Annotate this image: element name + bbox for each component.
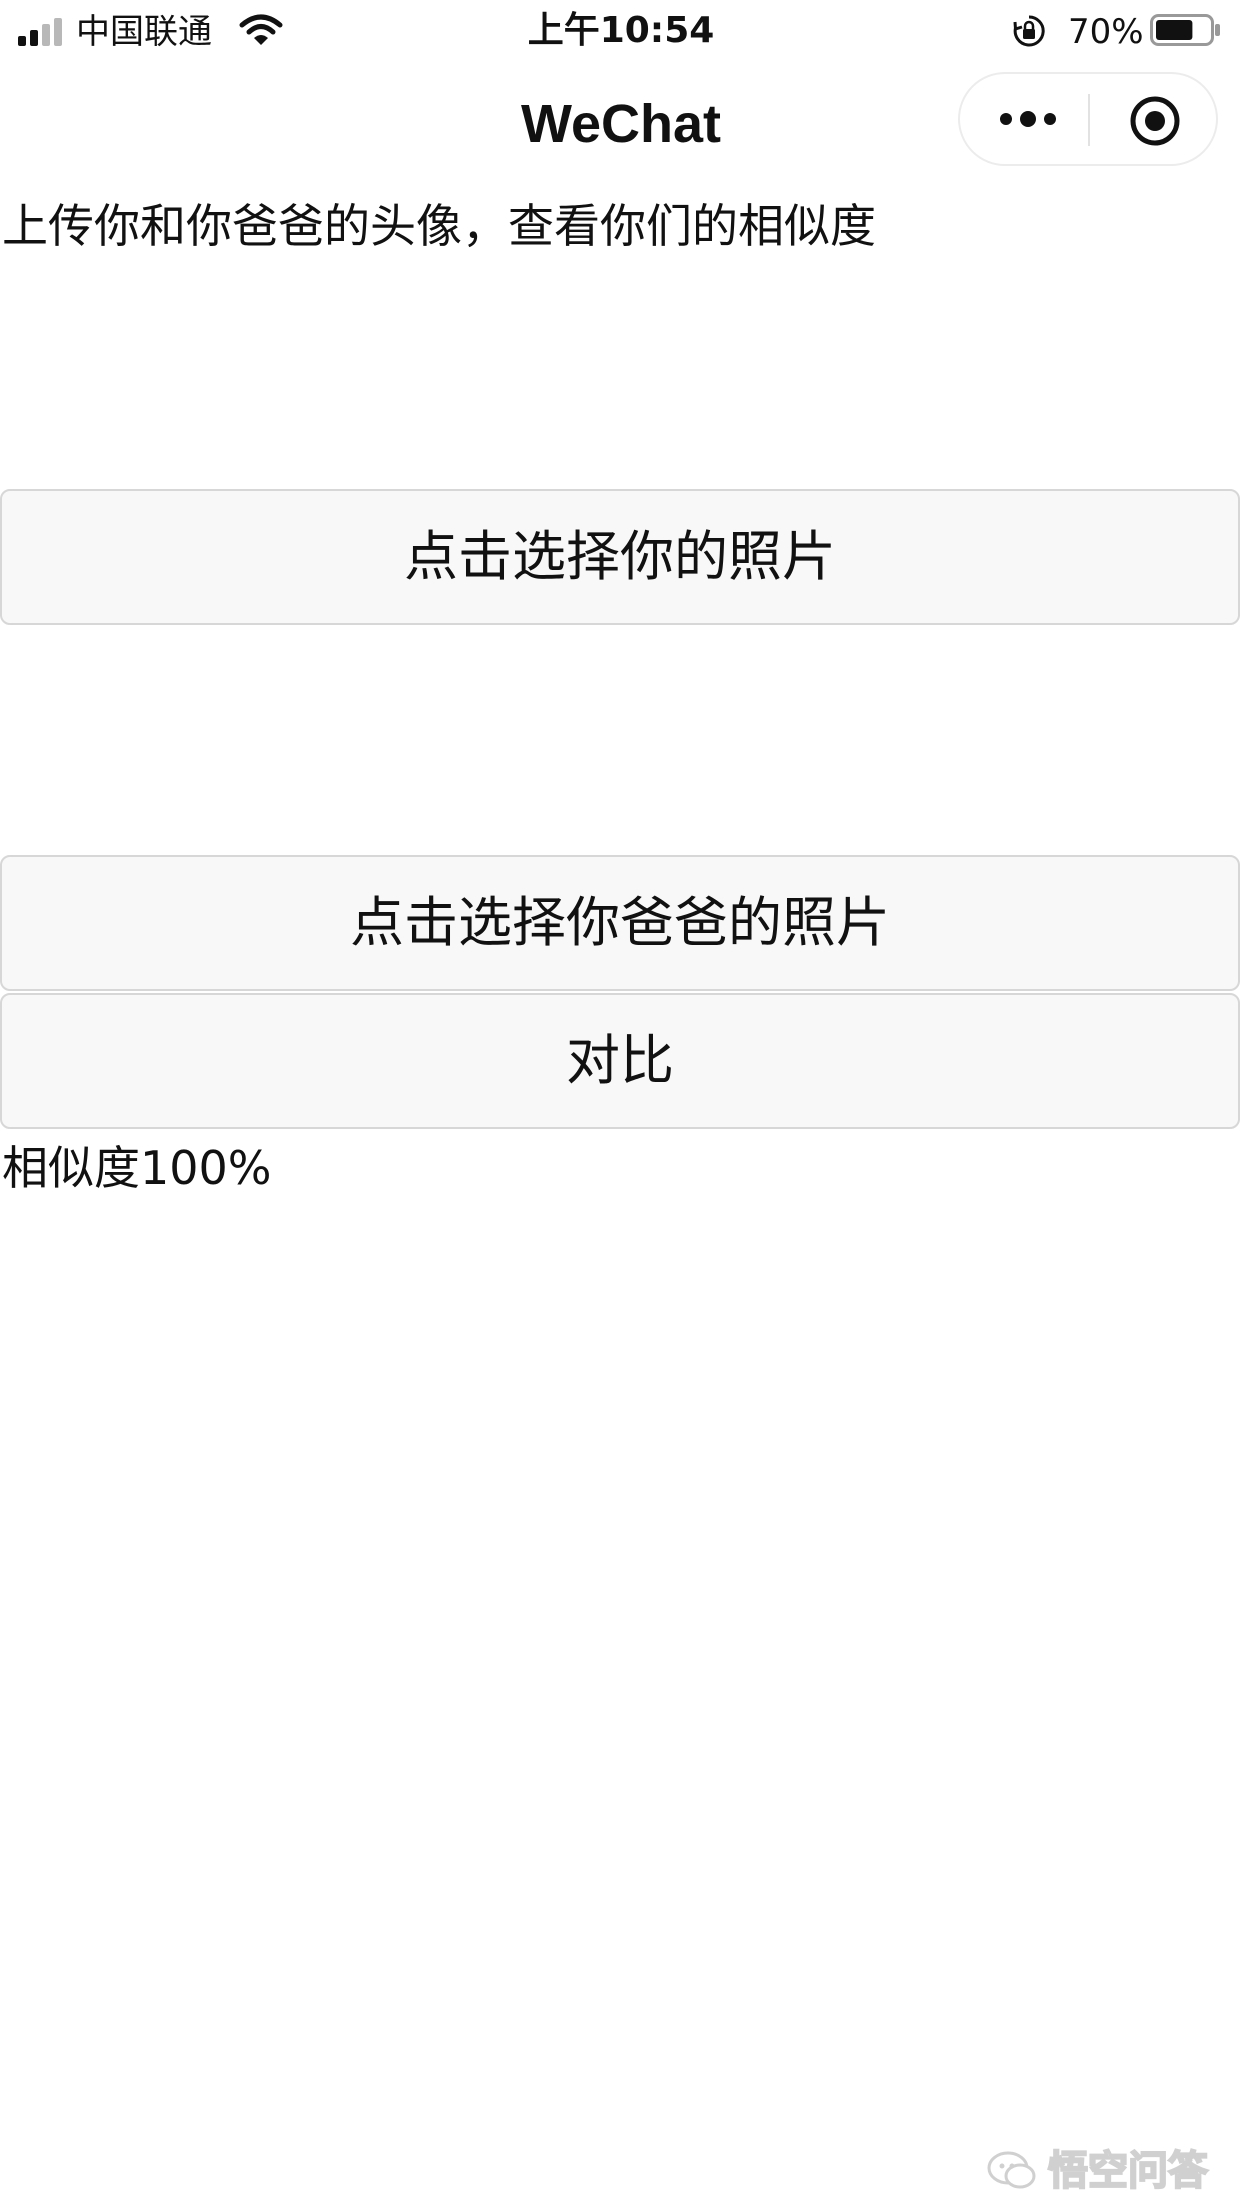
close-target-icon[interactable]	[1128, 94, 1182, 148]
more-dots-icon[interactable]	[998, 104, 1058, 134]
status-bar: 中国联通 上午10:54 70%	[0, 0, 1242, 62]
mini-program-capsule	[958, 72, 1218, 166]
watermark-logo-icon	[987, 2151, 1036, 2189]
status-time: 上午10:54	[527, 10, 715, 51]
select-dad-photo-button[interactable]: 点击选择你爸爸的照片	[0, 855, 1240, 991]
select-your-photo-button[interactable]: 点击选择你的照片	[0, 489, 1240, 625]
intro-text: 上传你和你爸爸的头像，查看你们的相似度	[2, 199, 876, 253]
compare-button[interactable]: 对比	[0, 993, 1240, 1129]
battery-percent: 70%	[1068, 12, 1144, 52]
similarity-result: 相似度100%	[2, 1141, 272, 1195]
rotation-lock-icon	[1012, 14, 1046, 48]
capsule-divider	[1088, 94, 1090, 146]
watermark: 悟空问答	[986, 2146, 1222, 2198]
battery-icon	[1150, 14, 1222, 46]
watermark-text: 悟空问答	[1047, 2147, 1209, 2195]
